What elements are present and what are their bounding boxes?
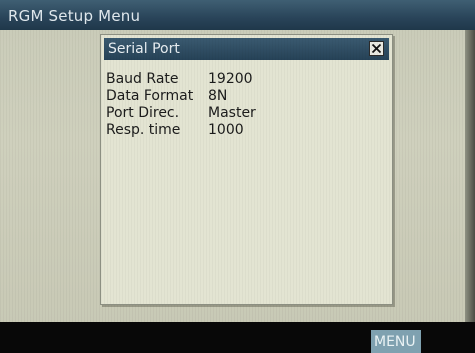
menu-label: MENU	[374, 334, 416, 350]
setting-row-data-format[interactable]: Data Format 8N	[106, 87, 256, 104]
setting-label: Data Format	[106, 87, 194, 104]
screen-edge	[465, 30, 475, 322]
setting-label: Port Direc.	[106, 104, 180, 121]
dialog-title: Serial Port	[108, 41, 180, 57]
setting-label: Resp. time	[106, 121, 181, 138]
setting-row-response-time[interactable]: Resp. time 1000	[106, 121, 256, 138]
serial-port-dialog: Serial Port Baud Rate 19200 Data Format …	[100, 34, 393, 305]
setting-label: Baud Rate	[106, 70, 179, 87]
menu-button[interactable]: MENU	[371, 330, 421, 353]
setting-row-port-direction[interactable]: Port Direc. Master	[106, 104, 256, 121]
setting-value[interactable]: 19200	[208, 71, 253, 87]
dialog-header: Serial Port	[104, 38, 389, 60]
app-title: RGM Setup Menu	[8, 7, 141, 25]
app-titlebar: RGM Setup Menu	[0, 0, 475, 30]
settings-list: Baud Rate 19200 Data Format 8N Port Dire…	[106, 70, 256, 138]
setting-value[interactable]: Master	[208, 105, 256, 121]
setting-value[interactable]: 8N	[208, 88, 227, 104]
close-button[interactable]	[369, 41, 384, 56]
setting-value[interactable]: 1000	[208, 122, 244, 138]
close-icon	[371, 43, 382, 54]
setting-row-baud-rate[interactable]: Baud Rate 19200	[106, 70, 256, 87]
